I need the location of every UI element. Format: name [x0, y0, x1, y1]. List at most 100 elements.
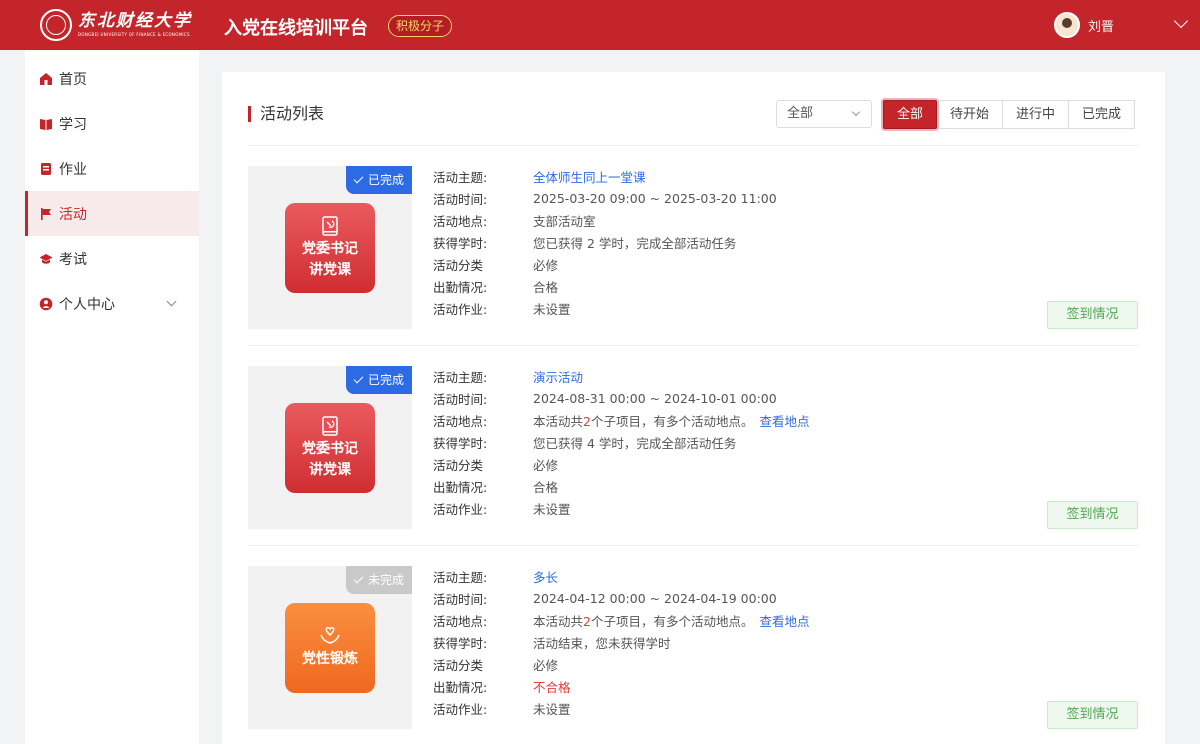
activity-place: 本活动共2个子项目，有多个活动地点。 查看地点	[533, 613, 810, 629]
activity-badge: 党委书记 讲党课	[285, 203, 375, 293]
check-icon	[353, 173, 364, 184]
attendance-label: 出勤情况:	[433, 479, 488, 495]
activity-attendance: 合格	[533, 279, 559, 295]
place-label: 活动地点:	[433, 213, 488, 229]
attendance-label: 出勤情况:	[433, 679, 488, 695]
divider	[248, 545, 1138, 546]
notebook-icon	[39, 162, 53, 176]
avatar[interactable]	[1053, 12, 1080, 38]
activity-hours: 您已获得 4 学时，完成全部活动任务	[533, 435, 737, 451]
sidebar-item-home[interactable]: 首页	[25, 56, 199, 101]
status-filter-group: 全部 待开始 进行中 已完成	[883, 100, 1136, 129]
time-label: 活动时间:	[433, 191, 488, 207]
activity-time: 2025-03-20 09:00 ~ 2025-03-20 11:00	[533, 190, 777, 206]
activity-hours: 您已获得 2 学时，完成全部活动任务	[533, 235, 737, 251]
view-location-link[interactable]: 查看地点	[759, 414, 809, 429]
party-book-icon	[322, 415, 338, 436]
activity-info: 活动主题: 全体师生同上一堂课 活动时间: 2025-03-20 09:00 ~ 2…	[433, 165, 777, 319]
time-label: 活动时间:	[433, 391, 488, 407]
activity-attendance: 合格	[533, 479, 559, 495]
activity-place: 本活动共2个子项目，有多个活动地点。 查看地点	[533, 413, 810, 429]
chevron-down-icon[interactable]	[1173, 13, 1189, 29]
sidebar-item-profile[interactable]: 个人中心	[25, 281, 199, 326]
home-icon	[39, 72, 53, 86]
category-label: 活动分类	[433, 457, 484, 473]
page-title: 活动列表	[248, 106, 324, 122]
select-value: 全部	[787, 106, 814, 121]
activity-hours: 活动结束，您未获得学时	[533, 635, 671, 651]
sign-in-status-button[interactable]: 签到情况	[1047, 301, 1138, 329]
graduation-cap-icon	[39, 252, 53, 266]
topic-label: 活动主题:	[433, 569, 488, 585]
book-icon	[39, 117, 53, 131]
category-label: 活动分类	[433, 257, 484, 273]
badge-title: 党委书记	[302, 440, 358, 457]
divider	[248, 145, 1138, 146]
activity-thumbnail[interactable]: 未完成 党性锻炼	[248, 566, 412, 729]
user-icon	[39, 297, 53, 311]
hands-heart-icon	[320, 627, 340, 644]
homework-label: 活动作业:	[433, 501, 488, 517]
sidebar-item-label: 学习	[59, 116, 87, 133]
category-select[interactable]: 全部	[776, 100, 872, 128]
filter-completed-button[interactable]: 已完成	[1068, 100, 1136, 129]
sidebar-item-label: 活动	[59, 206, 87, 223]
time-label: 活动时间:	[433, 591, 488, 607]
check-icon	[353, 573, 364, 584]
status-badge: 未完成	[345, 566, 412, 594]
sidebar-item-homework[interactable]: 作业	[25, 146, 199, 191]
flag-icon	[39, 207, 53, 221]
activity-attendance: 不合格	[533, 679, 571, 695]
topic-label: 活动主题:	[433, 169, 488, 185]
activity-time: 2024-04-12 00:00 ~ 2024-04-19 00:00	[533, 590, 777, 606]
sidebar-item-label: 首页	[59, 71, 87, 88]
badge-title: 党委书记	[302, 240, 358, 257]
badge-title: 党性锻炼	[302, 651, 358, 667]
activity-homework: 未设置	[533, 701, 571, 717]
top-header: 东北财经大学 DONGBEI UNIVERSITY OF FINANCE & E…	[0, 0, 1200, 50]
subproject-count: 2	[583, 613, 591, 629]
list-item: 已完成 党委书记 讲党课 活动主题: 演示活动 活动时间: 2024-08-31 0…	[248, 366, 1138, 529]
platform-title: 入党在线培训平台	[224, 18, 368, 39]
sign-in-status-button[interactable]: 签到情况	[1047, 501, 1138, 529]
homework-label: 活动作业:	[433, 301, 488, 317]
main-panel: 活动列表 全部 全部 待开始 进行中 已完成 已完成 党委书记 讲党课 活动主题…	[222, 72, 1165, 744]
badge-subtitle: 讲党课	[309, 461, 351, 478]
homework-label: 活动作业:	[433, 701, 488, 717]
sidebar-item-study[interactable]: 学习	[25, 101, 199, 146]
sidebar-item-activity[interactable]: 活动	[25, 191, 199, 236]
activity-info: 活动主题: 多长 活动时间: 2024-04-12 00:00 ~ 2024-04-…	[433, 565, 810, 719]
role-badge: 积极分子	[388, 15, 453, 37]
hours-label: 获得学时:	[433, 435, 488, 451]
university-logo[interactable]: 东北财经大学 DONGBEI UNIVERSITY OF FINANCE & E…	[40, 9, 192, 41]
place-label: 活动地点:	[433, 413, 488, 429]
list-item: 已完成 党委书记 讲党课 活动主题: 全体师生同上一堂课 活动时间: 2025-03…	[248, 166, 1138, 329]
activity-place: 支部活动室	[533, 213, 596, 229]
activity-topic-link[interactable]: 演示活动	[533, 367, 583, 386]
chevron-down-icon	[851, 107, 861, 117]
filter-ongoing-button[interactable]: 进行中	[1002, 100, 1070, 129]
hours-label: 获得学时:	[433, 235, 488, 251]
university-seal-icon	[40, 9, 72, 41]
activity-topic-link[interactable]: 全体师生同上一堂课	[533, 167, 646, 186]
activity-badge: 党性锻炼	[285, 603, 375, 693]
filter-pending-button[interactable]: 待开始	[936, 100, 1004, 129]
sidebar-item-exam[interactable]: 考试	[25, 236, 199, 281]
activity-thumbnail[interactable]: 已完成 党委书记 讲党课	[248, 166, 412, 329]
chevron-down-icon[interactable]	[166, 296, 177, 307]
status-badge: 已完成	[345, 366, 412, 394]
user-menu[interactable]: 刘晋	[1053, 12, 1114, 38]
attendance-label: 出勤情况:	[433, 279, 488, 295]
activity-thumbnail[interactable]: 已完成 党委书记 讲党课	[248, 366, 412, 529]
view-location-link[interactable]: 查看地点	[759, 614, 809, 629]
status-badge: 已完成	[345, 166, 412, 194]
sidebar: 首页 学习 作业 活动 考试 个人中心	[25, 50, 199, 744]
activity-category: 必修	[533, 257, 559, 273]
list-item: 未完成 党性锻炼 活动主题: 多长 活动时间: 2024-04-12 00:00 ~…	[248, 566, 1138, 729]
sidebar-item-label: 个人中心	[59, 296, 115, 313]
filter-all-button[interactable]: 全部	[883, 100, 938, 129]
activity-topic-link[interactable]: 多长	[533, 567, 558, 586]
activity-category: 必修	[533, 457, 559, 473]
topic-label: 活动主题:	[433, 369, 488, 385]
sign-in-status-button[interactable]: 签到情况	[1047, 701, 1138, 729]
